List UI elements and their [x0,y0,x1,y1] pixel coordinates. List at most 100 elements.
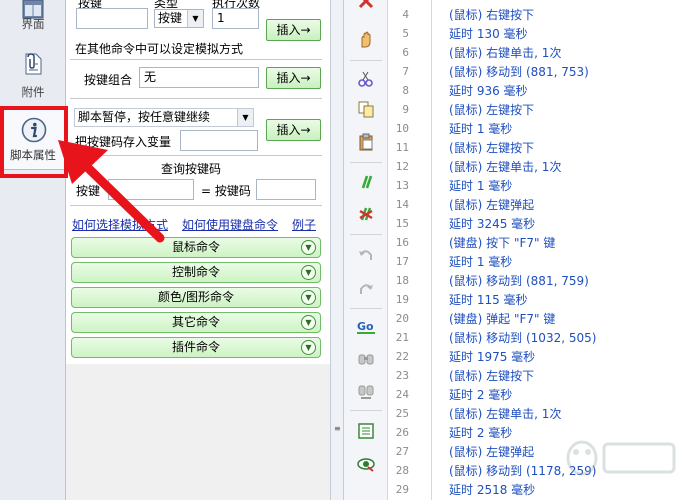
code-line[interactable]: (键盘) 按下 "F7" 键 [449,234,555,251]
code-line[interactable]: (鼠标) 左键弹起 [449,443,534,460]
script-editor[interactable]: (鼠标) 右键按下 延时 130 毫秒 (鼠标) 右键单击, 1次 (鼠标) 移… [432,0,700,500]
variable-input[interactable] [180,130,258,151]
toolbar-separator [350,162,382,163]
copy-icon[interactable] [357,100,375,118]
hand-icon[interactable] [357,31,375,49]
code-line[interactable]: (鼠标) 左键按下 [449,367,534,384]
line-number: 4 [402,8,409,21]
line-number: 18 [395,274,409,287]
code-line[interactable]: 延时 115 毫秒 [449,291,528,308]
expand-icon: ▼ [301,290,316,305]
cut-icon[interactable] [357,70,375,88]
redo-icon[interactable] [357,280,375,298]
exec-count-value: 1 [217,11,225,25]
insert-button-pause[interactable]: 插入→ [266,119,321,141]
code-line[interactable]: (键盘) 弹起 "F7" 键 [449,310,555,327]
panel-footer-area [66,364,330,500]
nav-item-attachment[interactable]: 附件 [0,44,66,106]
code-line[interactable]: (鼠标) 右键按下 [449,6,534,23]
query-code-label: = 按键码 [201,184,251,198]
code-line[interactable]: 延时 2518 毫秒 [449,481,535,498]
line-number: 22 [395,350,409,363]
expand-icon: ▼ [301,340,316,355]
insert-button-key[interactable]: 插入→ [266,19,321,41]
code-line[interactable]: (鼠标) 左键单击, 1次 [449,405,561,422]
code-line[interactable]: (鼠标) 左键按下 [449,139,534,156]
code-line[interactable]: 延时 1 毫秒 [449,120,512,137]
code-line[interactable]: 延时 1975 毫秒 [449,348,535,365]
toolbar-separator [350,410,382,411]
delete-icon[interactable] [357,0,375,10]
code-line[interactable]: 延时 1 毫秒 [449,177,512,194]
code-line[interactable]: (鼠标) 移动到 (881, 753) [449,63,589,80]
line-number: 6 [402,46,409,59]
category-control-commands[interactable]: 控制命令 ▼ [71,262,321,283]
line-number: 21 [395,331,409,344]
key-combo-input[interactable]: 无 [139,67,259,88]
expand-icon: ▼ [301,265,316,280]
query-title: 查询按键码 [161,162,222,176]
panel-splitter[interactable]: ≡ [330,0,344,500]
code-line[interactable]: (鼠标) 右键单击, 1次 [449,44,561,61]
line-number: 17 [395,255,409,268]
link-choose-simulation[interactable]: 如何选择模拟方式 [72,216,168,233]
line-number: 7 [402,65,409,78]
exec-count-input[interactable]: 1 [212,8,259,29]
nav-label-interface: 界面 [21,17,45,31]
eye-run-icon[interactable] [357,455,375,473]
code-line[interactable]: 延时 936 毫秒 [449,82,528,99]
splitter-grip-icon: ≡ [334,424,341,433]
undo-icon[interactable] [357,246,375,264]
pause-option-select[interactable]: 脚本暂停，按任意键继续 ▼ [74,108,254,127]
document-attachment-icon [25,53,42,75]
line-number: 8 [402,84,409,97]
category-mouse-commands[interactable]: 鼠标命令 ▼ [71,237,321,258]
store-key-label: 把按键码存入变量 [75,135,172,149]
line-number: 23 [395,369,409,382]
code-line[interactable]: 延时 2 毫秒 [449,386,512,403]
line-number: 10 [395,122,409,135]
line-number: 29 [395,483,409,496]
link-example[interactable]: 例子 [292,216,316,233]
script-view-icon[interactable] [357,422,375,440]
line-number: 14 [395,198,409,211]
paste-icon[interactable] [357,133,375,151]
find-icon[interactable] [357,350,375,368]
goto-icon[interactable]: Go [357,318,375,336]
query-code-input[interactable] [256,179,316,200]
code-line[interactable]: (鼠标) 左键弹起 [449,196,534,213]
uncomment-icon[interactable] [357,205,375,223]
code-line[interactable]: 延时 1 毫秒 [449,253,512,270]
key-combo-label: 按键组合 [84,73,133,87]
insert-button-combo[interactable]: 插入→ [266,67,321,89]
comment-icon[interactable] [357,173,375,191]
line-number: 11 [395,141,409,154]
category-other-commands[interactable]: 其它命令 ▼ [71,312,321,333]
code-line[interactable]: 延时 3245 毫秒 [449,215,535,232]
query-key-label: 按键 [76,184,101,198]
divider [70,59,322,60]
code-line[interactable]: (鼠标) 左键单击, 1次 [449,158,561,175]
link-keyboard-commands[interactable]: 如何使用键盘命令 [182,216,278,233]
edit-toolbar: Go [344,0,388,500]
code-line[interactable]: 延时 2 毫秒 [449,424,512,441]
code-line[interactable]: (鼠标) 移动到 (881, 759) [449,272,589,289]
key-type-select[interactable]: 按键 ▼ [154,9,204,28]
divider [70,98,322,99]
code-line[interactable]: 延时 130 毫秒 [449,25,528,42]
code-line[interactable]: (鼠标) 左键按下 [449,101,534,118]
code-line[interactable]: (鼠标) 移动到 (1032, 505) [449,329,596,346]
line-number: 5 [402,27,409,40]
command-panel: 按键 类型 执行次数 按键 ▼ 1 插入→ 在其他命令中可以设定模拟方式 按键组… [66,0,330,500]
chevron-down-icon: ▼ [237,109,253,126]
query-key-input[interactable] [108,179,194,200]
watermark-logo [566,440,676,476]
category-color-graphic-commands[interactable]: 颜色/图形命令 ▼ [71,287,321,308]
category-plugin-commands[interactable]: 插件命令 ▼ [71,337,321,358]
toolbar-separator [350,308,382,309]
nav-item-interface[interactable]: 界面 [0,0,66,38]
key-input[interactable] [76,8,148,29]
replace-icon[interactable] [357,382,375,400]
key-combo-value: 无 [144,70,157,84]
left-nav: 界面 附件 脚本属性 [0,0,66,500]
